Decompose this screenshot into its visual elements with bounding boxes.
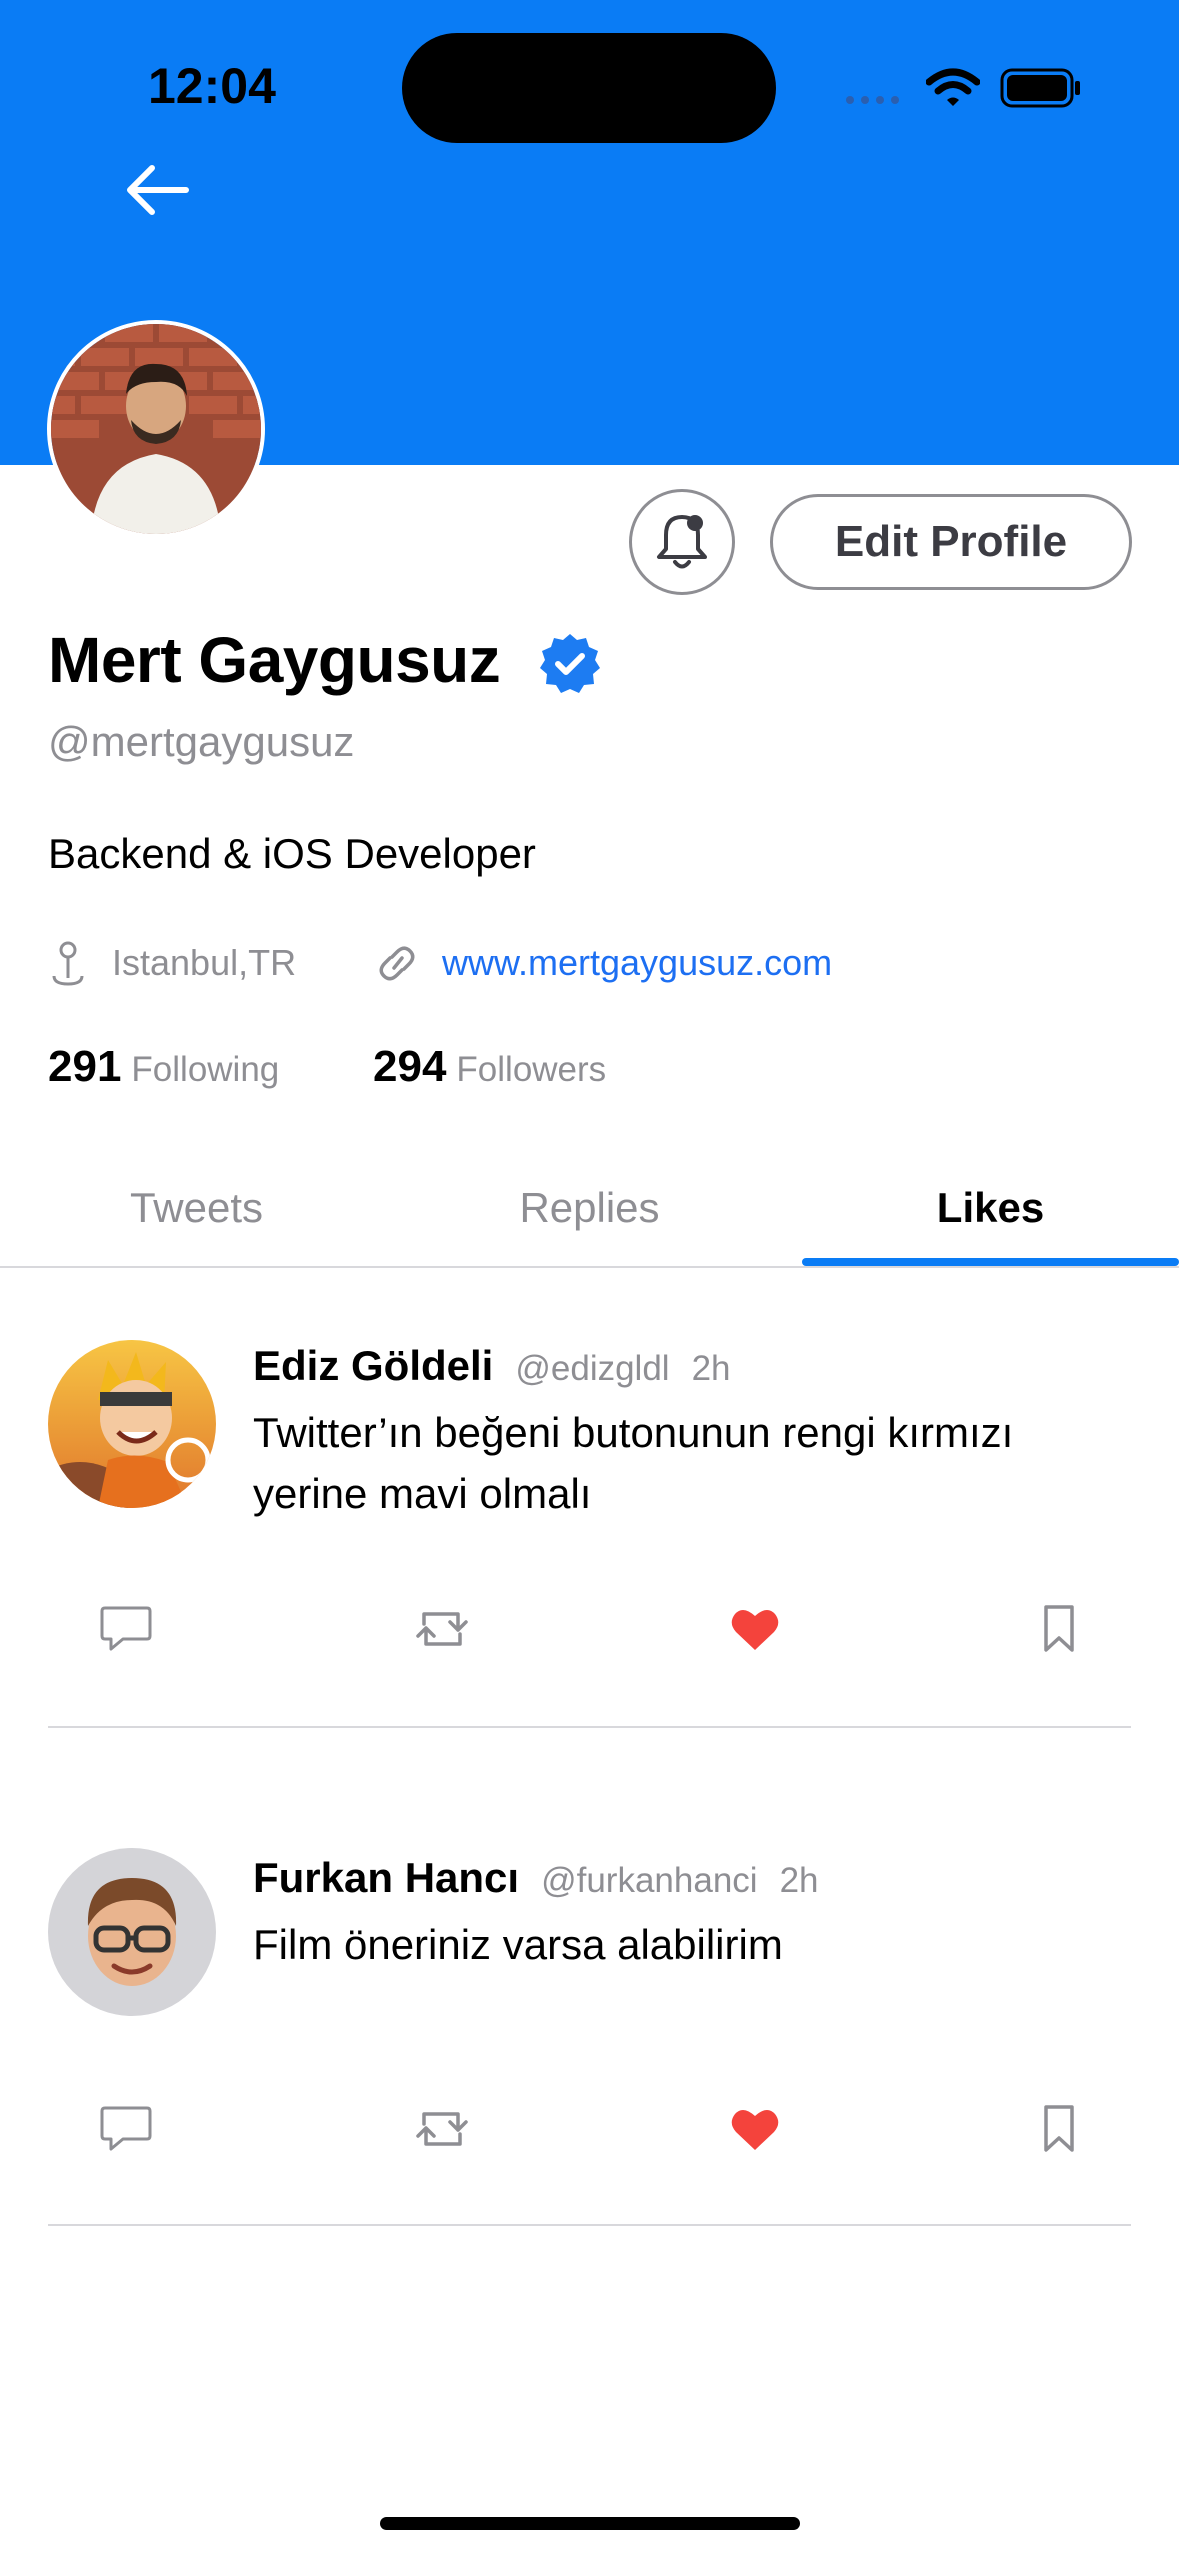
profile-photo: [51, 324, 261, 534]
profile-bio: Backend & iOS Developer: [48, 830, 536, 877]
retweet-icon: [416, 2112, 468, 2146]
verified-badge-icon: [540, 634, 600, 693]
home-indicator[interactable]: [380, 2517, 800, 2530]
following-label: Following: [131, 1050, 280, 1089]
tweet-header: Ediz Göldeli @edizgldl 2h: [253, 1342, 731, 1390]
cellular-icon: [846, 96, 899, 104]
tab-likes[interactable]: Likes: [802, 1150, 1179, 1266]
profile-handle: @mertgaygusuz: [48, 718, 355, 765]
tweet-text: Film öneriniz varsa alabilirim: [253, 1921, 783, 1968]
tweet-actions: [0, 2094, 1179, 2164]
bell-icon: [657, 515, 707, 569]
notification-bell-button[interactable]: [629, 489, 735, 595]
heart-filled-icon: [731, 1609, 779, 1650]
tweet-author-name[interactable]: Furkan Hancı: [253, 1854, 519, 1901]
tweet-author-name[interactable]: Ediz Göldeli: [253, 1342, 493, 1389]
bookmark-icon: [1044, 1605, 1074, 1652]
tweet-divider: [48, 2224, 1131, 2226]
profile-tabs: Tweets Replies Likes: [0, 1150, 1179, 1268]
back-button[interactable]: [112, 150, 202, 230]
tweet-header: Furkan Hancı @furkanhanci 2h: [253, 1854, 819, 1902]
status-time: 12:04: [148, 58, 276, 114]
followers-label: Followers: [456, 1050, 607, 1089]
comment-icon: [100, 2106, 152, 2151]
tweet-time: 2h: [691, 1349, 731, 1388]
like-button[interactable]: [720, 2094, 790, 2164]
tweet-author-handle: @furkanhanci: [541, 1861, 758, 1900]
location-text: Istanbul,TR: [112, 942, 297, 983]
location-pin-icon: [52, 941, 84, 986]
following-stat[interactable]: 291 Following: [48, 1042, 279, 1092]
retweet-button[interactable]: [407, 1594, 477, 1664]
arrow-left-icon: [127, 165, 189, 215]
edit-profile-button[interactable]: Edit Profile: [770, 494, 1132, 590]
follow-stats: 291 Following 294 Followers: [48, 1042, 1148, 1102]
link-icon: [379, 946, 415, 981]
tab-replies[interactable]: Replies: [393, 1150, 786, 1266]
reply-button[interactable]: [91, 1594, 161, 1664]
battery-icon: [1000, 68, 1080, 108]
followers-count: 294: [373, 1042, 447, 1091]
bookmark-button[interactable]: [1024, 2094, 1094, 2164]
bookmark-icon: [1044, 2105, 1074, 2152]
following-count: 291: [48, 1042, 122, 1091]
like-button[interactable]: [720, 1594, 790, 1664]
avatar-image: [48, 1848, 216, 2016]
tweet-actions: [0, 1594, 1179, 1664]
tweet-time: 2h: [779, 1861, 819, 1900]
profile-meta: Istanbul,TR www.mertgaygusuz.com: [48, 938, 1148, 988]
comment-icon: [100, 1606, 152, 1651]
tweet-avatar[interactable]: [48, 1848, 216, 2016]
retweet-icon: [416, 1612, 468, 1646]
tab-indicator: [802, 1258, 1179, 1266]
tab-tweets[interactable]: Tweets: [0, 1150, 393, 1266]
avatar-image: [48, 1340, 216, 1508]
bookmark-button[interactable]: [1024, 1594, 1094, 1664]
website-link[interactable]: www.mertgaygusuz.com: [442, 942, 832, 984]
tweet-text: Twitter’ın beğeni butonunun rengi kırmız…: [253, 1409, 1014, 1517]
dynamic-island: [402, 33, 776, 143]
tweet-avatar[interactable]: [48, 1340, 216, 1508]
profile-avatar[interactable]: [47, 320, 265, 538]
tweet-divider: [48, 1726, 1131, 1728]
retweet-button[interactable]: [407, 2094, 477, 2164]
profile-name: Mert Gaygusuz: [48, 624, 501, 696]
heart-filled-icon: [731, 2109, 779, 2150]
followers-stat[interactable]: 294 Followers: [373, 1042, 606, 1092]
tweet-author-handle: @edizgldl: [515, 1349, 670, 1388]
reply-button[interactable]: [91, 2094, 161, 2164]
wifi-icon: [926, 68, 980, 106]
